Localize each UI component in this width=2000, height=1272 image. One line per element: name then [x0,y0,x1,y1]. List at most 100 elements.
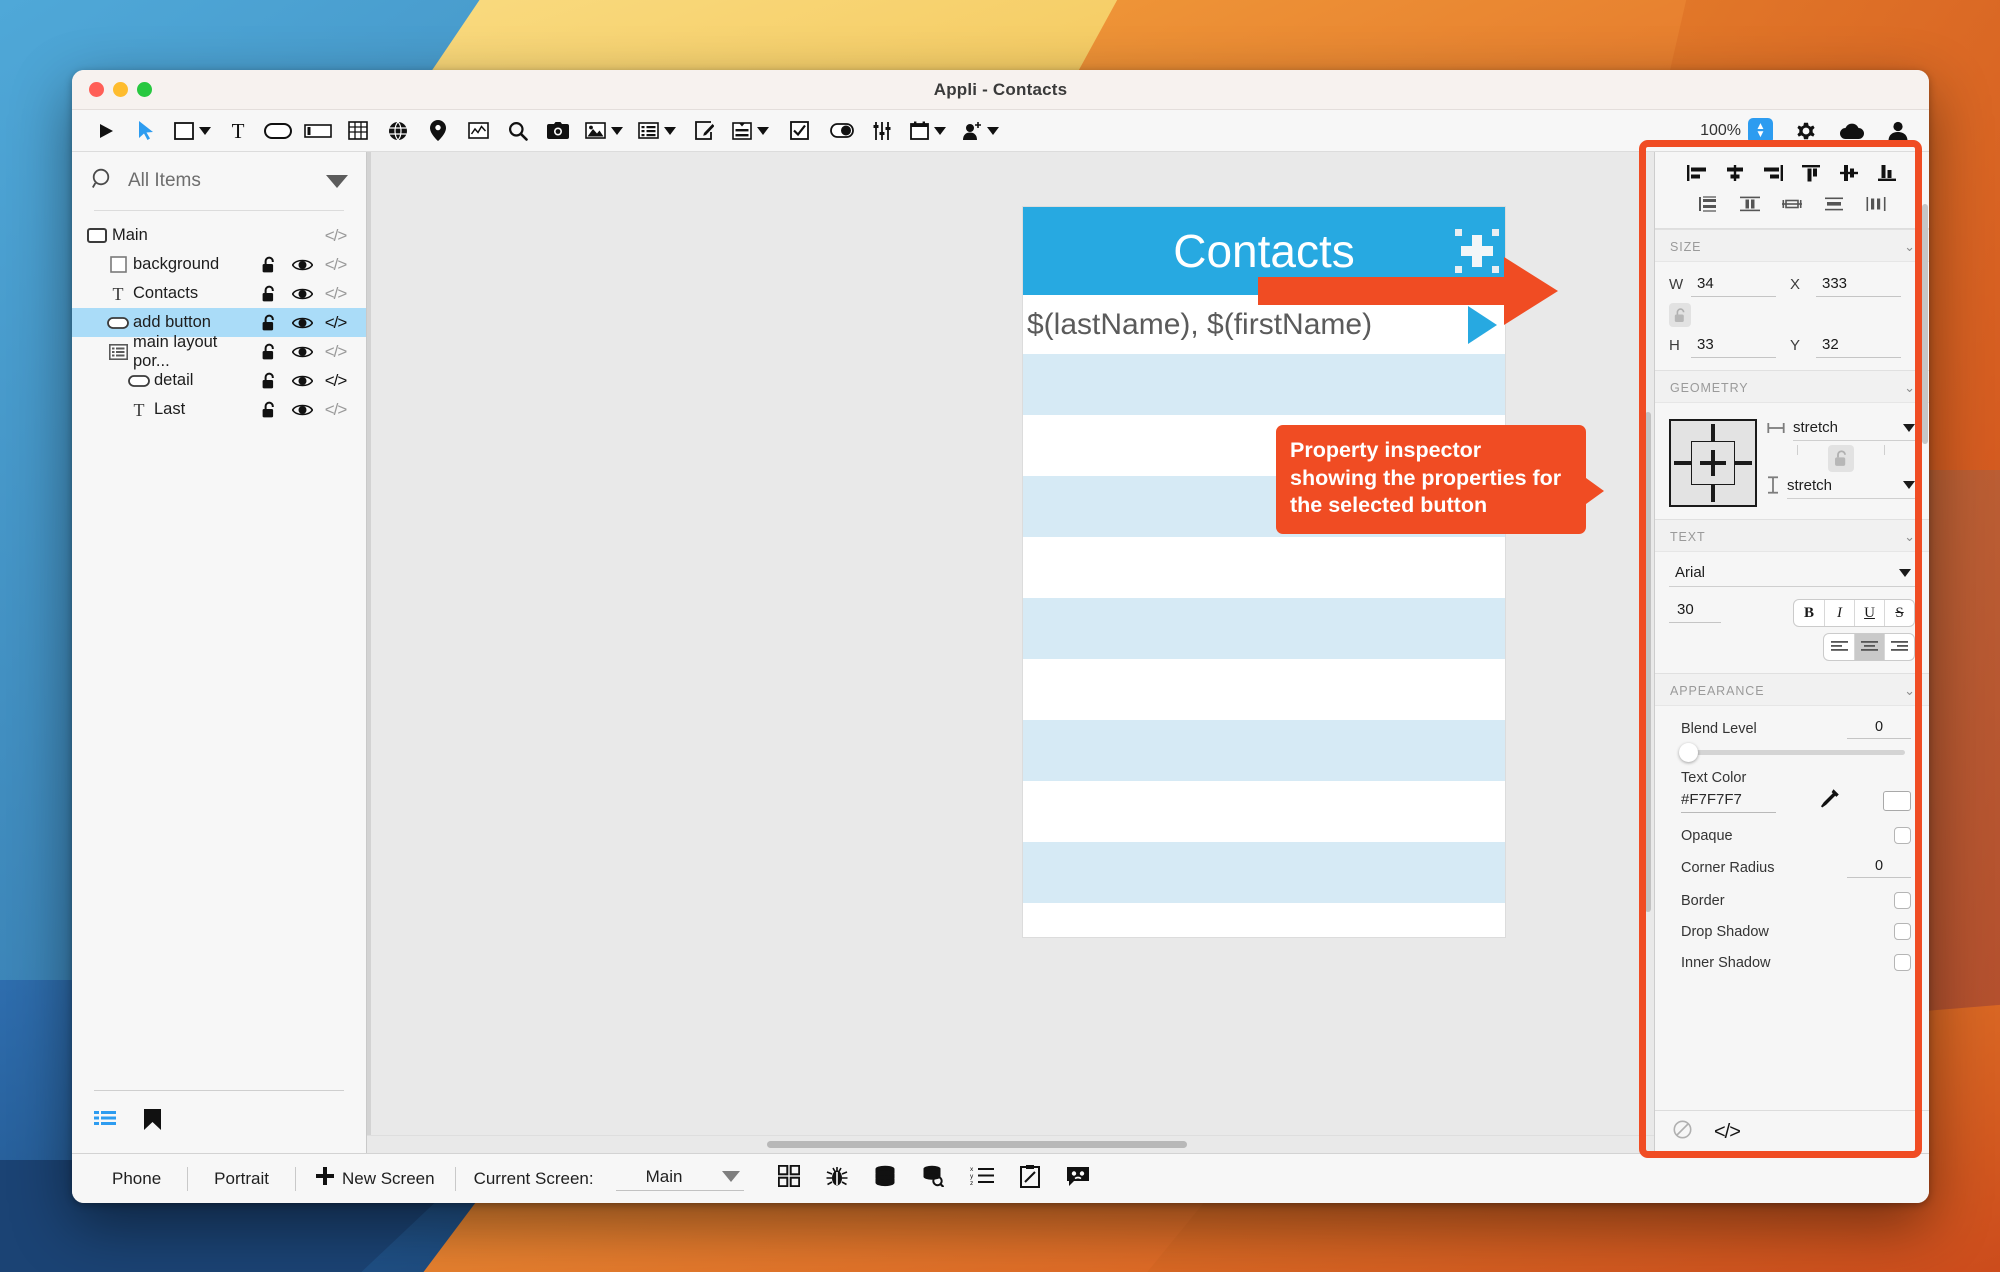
lock-icon[interactable] [253,314,286,331]
chevron-down-icon[interactable] [934,126,946,135]
checkbox[interactable] [1894,954,1911,971]
height-input[interactable]: 33 [1691,333,1776,358]
current-screen-select[interactable]: Main [615,1167,745,1191]
align-center-horizontal-icon[interactable] [1718,160,1752,186]
tree-item-contacts[interactable]: T Contacts </> [72,279,366,308]
bold-button[interactable]: B [1794,600,1824,626]
run-icon[interactable] [86,114,126,148]
bug-icon[interactable] [826,1165,848,1192]
gear-icon[interactable] [1795,114,1817,148]
form-tool[interactable] [724,114,776,148]
code-icon[interactable]: </> [1714,1121,1741,1144]
table-icon[interactable] [338,114,378,148]
code-icon[interactable]: </> [319,371,352,391]
distribute-right-icon[interactable] [1859,191,1893,217]
orientation[interactable]: Portrait [188,1169,295,1189]
eye-icon[interactable] [286,258,319,272]
eye-icon[interactable] [286,316,319,330]
no-entry-icon[interactable] [1673,1120,1692,1144]
chevron-down-icon[interactable] [326,174,348,188]
blend-level-slider[interactable] [1669,743,1915,763]
appearance-section-header[interactable]: APPEARANCE ⌄ [1655,673,1929,706]
text-align-center-button[interactable] [1854,634,1884,660]
strikethrough-button[interactable]: S [1884,600,1914,626]
text-align-buttons[interactable] [1823,633,1915,661]
phone-list-row[interactable] [1023,598,1505,659]
canvas-vertical-scrollbar[interactable] [1642,152,1654,1135]
horizontal-sizing-select[interactable]: stretch [1793,419,1915,441]
tree-item-last[interactable]: T Last </> [72,395,366,424]
phone-list-row[interactable] [1023,537,1505,598]
lock-icon[interactable] [253,372,286,389]
grid-icon[interactable] [778,1164,801,1192]
color-swatch[interactable] [1883,791,1911,811]
align-middle-icon[interactable] [1832,160,1866,186]
sliders-icon[interactable] [862,114,902,148]
sidebar-filter-label[interactable]: All Items [128,170,312,192]
text-color-input[interactable]: #F7F7F7 [1681,790,1776,813]
align-left-icon[interactable] [1680,160,1714,186]
toggle-icon[interactable] [822,114,862,148]
tree-item-main-layout-por[interactable]: main layout por... </> [72,333,366,370]
align-right-icon[interactable] [1756,160,1790,186]
anchor-widget[interactable] [1669,419,1757,507]
code-icon[interactable]: </> [319,313,352,333]
search-icon[interactable] [92,168,114,195]
lock-icon[interactable] [253,285,286,302]
text-align-left-button[interactable] [1824,634,1854,660]
phone-list-row[interactable] [1023,659,1505,720]
phone-list-row[interactable] [1023,842,1505,903]
slider-knob[interactable] [1679,743,1698,762]
phone-list-row[interactable] [1023,720,1505,781]
lock-icon[interactable] [253,256,286,273]
lock-icon[interactable] [253,401,286,418]
code-icon[interactable]: </> [319,400,352,420]
code-icon[interactable]: </> [319,342,352,362]
globe-icon[interactable] [378,114,418,148]
checkbox[interactable] [1894,827,1911,844]
list-tool[interactable] [630,114,684,148]
chevron-down-icon[interactable]: ⌄ [1904,380,1915,396]
checkbox-icon[interactable] [776,114,822,148]
unlock-icon[interactable] [1828,445,1854,472]
canvas-horizontal-scrollbar[interactable] [367,1135,1654,1153]
chevron-down-icon[interactable] [611,126,623,135]
tree-item-detail[interactable]: detail </> [72,366,366,395]
align-top-icon[interactable] [1794,160,1828,186]
chart-icon[interactable] [458,114,498,148]
eye-icon[interactable] [286,287,319,301]
align-bottom-icon[interactable] [1870,160,1904,186]
chevron-down-icon[interactable]: ⌄ [1904,239,1915,255]
zoom-stepper[interactable]: ▲ ▼ [1748,117,1773,144]
text-field-icon[interactable] [298,114,338,148]
chevron-down-icon[interactable]: ⌄ [1904,683,1915,699]
cloud-upload-icon[interactable] [1839,114,1865,148]
code-icon[interactable]: </> [319,255,352,275]
eye-icon[interactable] [286,403,319,417]
tree-item-main[interactable]: Main </> [72,221,366,250]
image-tool[interactable] [578,114,630,148]
sidebar-search-row[interactable]: All Items [72,152,366,210]
search-icon[interactable] [498,114,538,148]
bookmark-icon[interactable] [144,1109,161,1135]
text-section-header[interactable]: TEXT ⌄ [1655,519,1929,552]
unlock-icon[interactable] [1669,303,1691,327]
variables-icon[interactable]: xyz [970,1165,995,1192]
camera-icon[interactable] [538,114,578,148]
geometry-lock-toggle[interactable] [1767,441,1915,476]
code-icon[interactable]: </> [319,226,352,246]
database-search-icon[interactable] [922,1165,945,1192]
rounded-button-icon[interactable] [258,114,298,148]
add-user-tool[interactable] [954,114,1006,148]
eye-icon[interactable] [286,374,319,388]
chevron-down-icon[interactable] [664,126,676,135]
phone-list-row[interactable] [1023,354,1505,415]
italic-button[interactable]: I [1824,600,1854,626]
text-style-buttons[interactable]: B I U S [1793,599,1915,627]
map-pin-icon[interactable] [418,114,458,148]
checkbox[interactable] [1894,892,1911,909]
eyedropper-icon[interactable] [1819,788,1840,814]
x-input[interactable]: 333 [1816,272,1901,297]
database-icon[interactable] [874,1165,896,1192]
lock-icon[interactable] [253,343,286,360]
